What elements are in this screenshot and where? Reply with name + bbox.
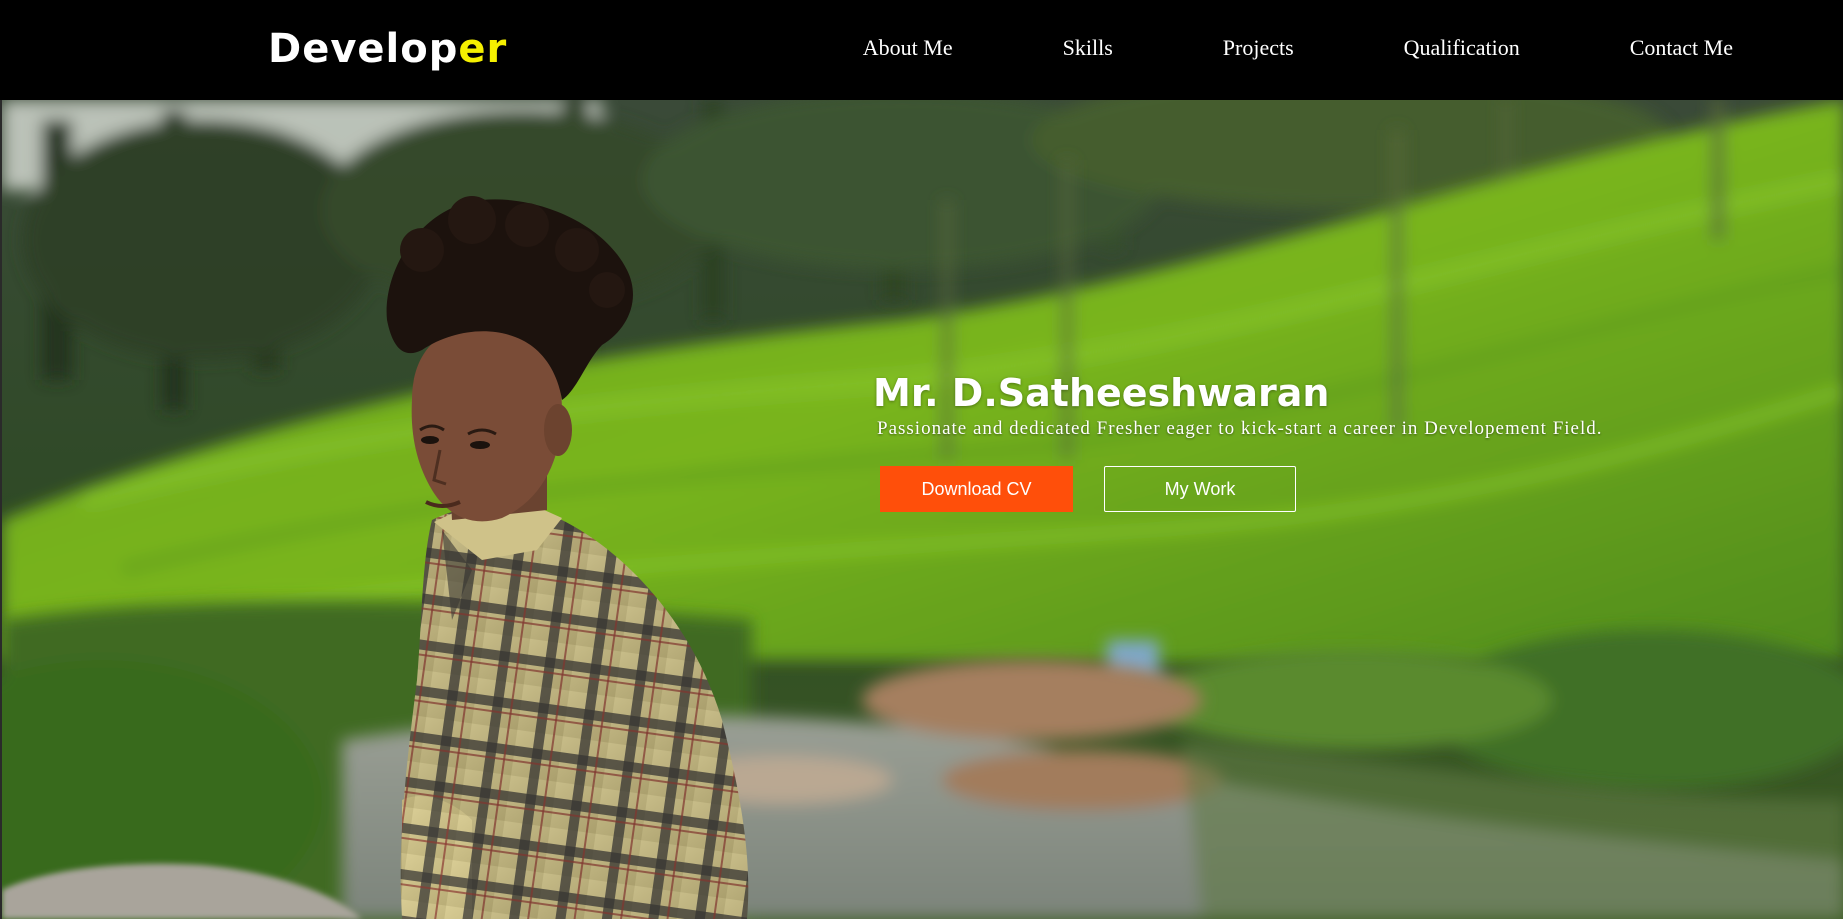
brand-logo[interactable]: Developer	[268, 24, 507, 74]
nav-link-about-me[interactable]: About Me	[863, 34, 953, 62]
hero-tagline: Passionate and dedicated Fresher eager t…	[877, 418, 1603, 439]
brand-accent: er	[458, 26, 508, 72]
nav-link-qualification[interactable]: Qualification	[1404, 34, 1520, 62]
hero-buttons: Download CV My Work	[880, 466, 1296, 512]
brand-main: Develop	[268, 26, 459, 72]
download-cv-button[interactable]: Download CV	[880, 466, 1073, 512]
nav-link-skills[interactable]: Skills	[1063, 34, 1113, 62]
nav-link-projects[interactable]: Projects	[1223, 34, 1294, 62]
my-work-button[interactable]: My Work	[1104, 466, 1296, 512]
hero-name: Mr. D.Satheeshwaran	[873, 371, 1330, 415]
navbar: Developer About Me Skills Projects Quali…	[0, 0, 1843, 100]
hero-content: Mr. D.Satheeshwaran Passionate and dedic…	[873, 370, 1603, 512]
nav-menu: About Me Skills Projects Qualification C…	[863, 34, 1733, 62]
hero-section: Mr. D.Satheeshwaran Passionate and dedic…	[0, 100, 1843, 919]
nav-link-contact-me[interactable]: Contact Me	[1630, 34, 1733, 62]
